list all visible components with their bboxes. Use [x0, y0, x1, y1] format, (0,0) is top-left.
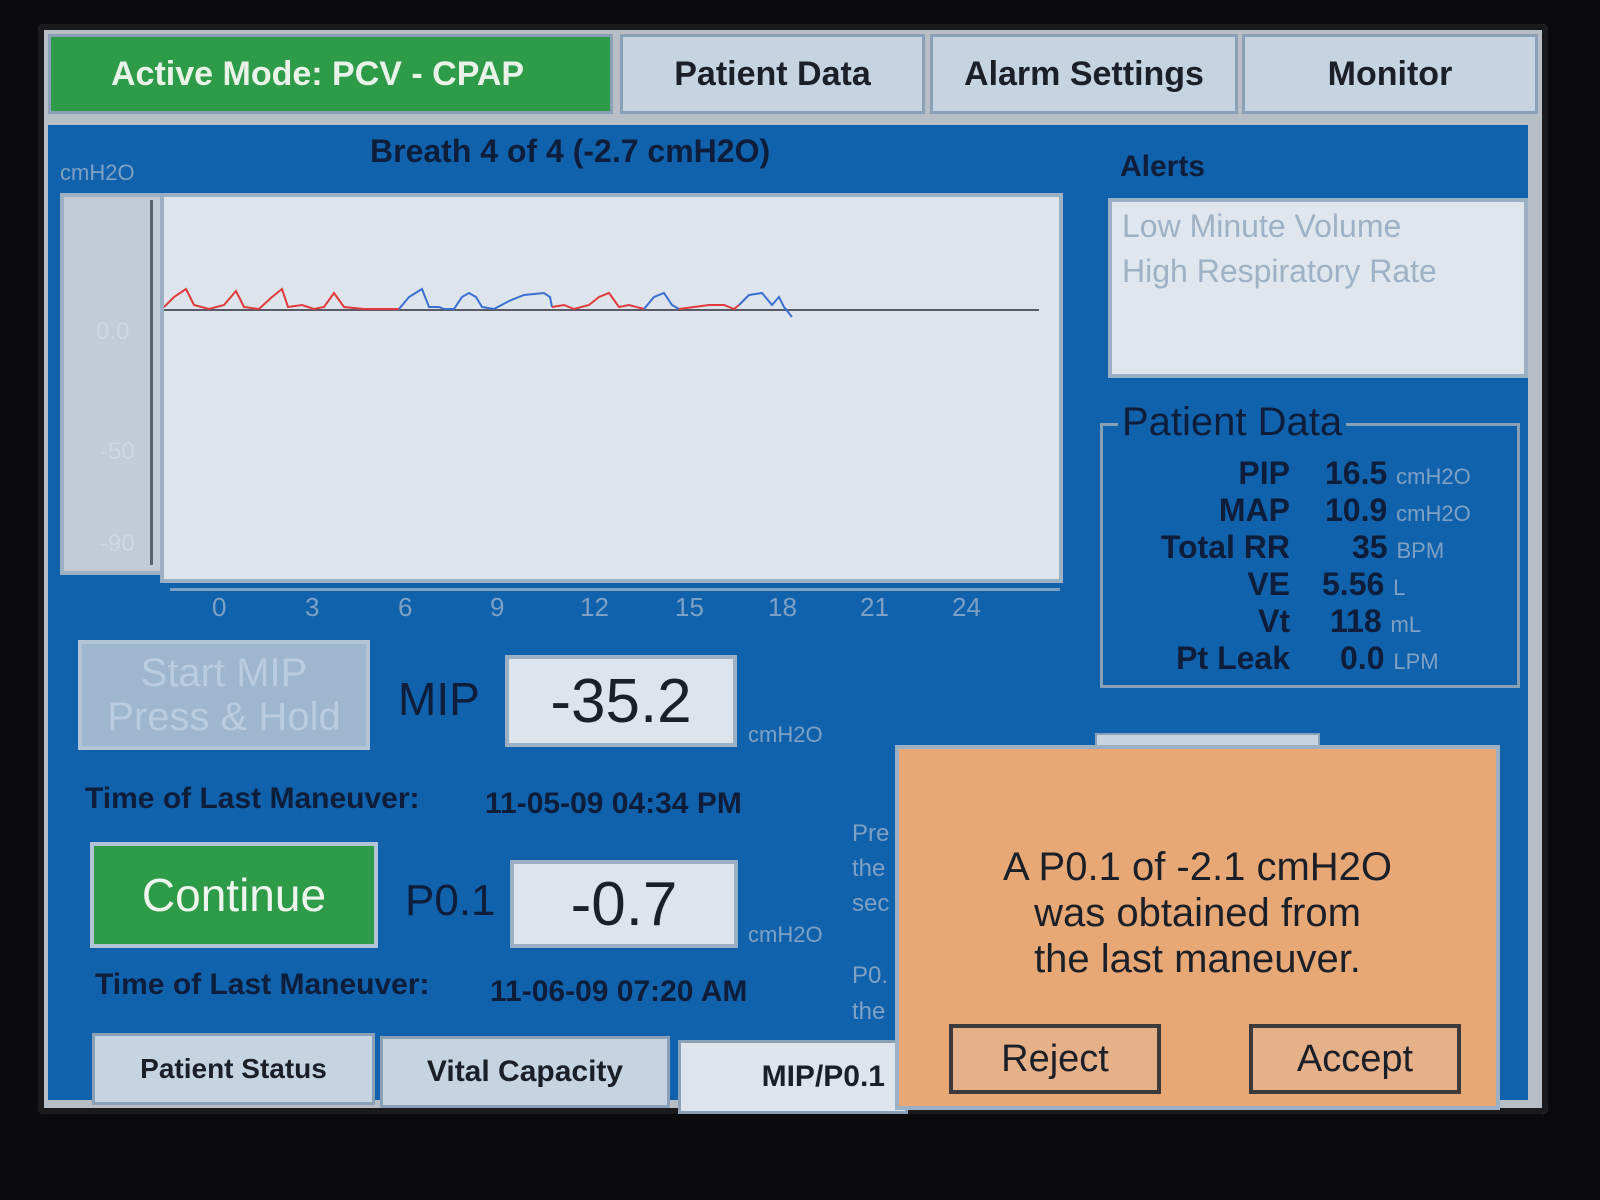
p01-last-maneuver-time: 11-06-09 07:20 AM [490, 975, 748, 1008]
start-mip-button[interactable]: Start MIP Press & Hold [78, 640, 370, 750]
side-text: Pre [852, 820, 890, 847]
alerts-title: Alerts [1120, 150, 1206, 183]
y-axis-strip [60, 193, 170, 575]
x-tick-label: 12 [580, 592, 609, 622]
p01-value: -0.7 [510, 860, 738, 948]
pd-label-vt: Vt [1258, 603, 1290, 639]
mip-last-maneuver-time: 11-05-09 04:34 PM [485, 787, 742, 820]
patient-data-panel-title: Patient Data [1118, 400, 1347, 445]
pd-value-total-rr: 35 BPM [1352, 529, 1445, 565]
p01-last-maneuver-label: Time of Last Maneuver: [95, 968, 430, 1001]
active-mode-label: Active Mode: PCV - CPAP [111, 54, 525, 93]
pd-value-map: 10.9 cmH2O [1325, 492, 1471, 528]
tab-monitor-label: Monitor [1327, 54, 1453, 93]
x-tick-label: 18 [768, 592, 797, 622]
mip-value: -35.2 [505, 655, 737, 747]
tab-patient-status[interactable]: Patient Status [92, 1033, 375, 1105]
side-text: P0. [852, 962, 889, 989]
pd-value-vt: 118 mL [1330, 603, 1422, 639]
waveform-title: Breath 4 of 4 (-2.7 cmH2O) [370, 133, 771, 169]
pd-value-pt-leak: 0.0 LPM [1340, 640, 1439, 676]
waveform-trace-red-3 [678, 304, 740, 311]
patient-data-rows: PIP 16.5 cmH2O MAP 10.9 cmH2O Total RR 3… [1100, 455, 1520, 685]
waveform-svg [163, 287, 1039, 318]
side-text: sec [852, 890, 890, 917]
x-tick-label: 3 [305, 592, 320, 622]
reject-button-label: Reject [1001, 1037, 1109, 1080]
x-tick-label: 9 [490, 592, 505, 622]
mip-label: MIP [398, 673, 480, 725]
x-tick-label: 21 [860, 592, 889, 622]
tab-vital-capacity-label: Vital Capacity [426, 1055, 624, 1088]
waveform-trace-red-2 [551, 291, 645, 311]
mip-unit: cmH2O [748, 722, 823, 747]
pd-label-total-rr: Total RR [1160, 529, 1290, 565]
waveform-trace-red [163, 287, 399, 311]
waveform-plot [160, 193, 1063, 583]
continue-button[interactable]: Continue [90, 842, 378, 948]
p01-unit: cmH2O [748, 922, 823, 947]
waveform-trace-blue [398, 287, 553, 311]
dialog-message: A P0.1 of -2.1 cmH2O was obtained from t… [899, 844, 1496, 982]
tab-mip-p01[interactable]: MIP/P0.1 [678, 1040, 908, 1114]
tab-vital-capacity[interactable]: Vital Capacity [380, 1036, 670, 1108]
mip-last-maneuver-label: Time of Last Maneuver: [85, 782, 420, 815]
pd-value-pip: 16.5 cmH2O [1325, 455, 1471, 491]
pd-label-pip: PIP [1238, 455, 1290, 491]
y-tick-label: 0.0 [96, 318, 130, 345]
alert-item: High Respiratory Rate [1122, 253, 1437, 289]
x-axis-line [170, 588, 1060, 591]
dialog-message-line: was obtained from [1034, 891, 1361, 935]
alerts-list: Low Minute Volume High Respiratory Rate [1108, 198, 1528, 378]
start-mip-button-line2: Press & Hold [107, 695, 341, 739]
active-mode-tab[interactable]: Active Mode: PCV - CPAP [48, 34, 613, 114]
waveform-y-unit: cmH2O [60, 160, 135, 185]
x-tick-label: 0 [212, 592, 227, 622]
tab-alarm-settings-label: Alarm Settings [964, 54, 1204, 93]
x-tick-label: 6 [398, 592, 413, 622]
tab-mip-p01-label: MIP/P0.1 [761, 1060, 885, 1093]
p01-confirm-dialog: A P0.1 of -2.1 cmH2O was obtained from t… [895, 745, 1500, 1110]
waveform-trace-blue-3 [738, 291, 793, 318]
y-axis-line [150, 200, 153, 565]
pd-label-pt-leak: Pt Leak [1176, 640, 1290, 676]
continue-button-label: Continue [141, 869, 327, 921]
x-tick-label: 24 [952, 592, 981, 622]
accept-button-label: Accept [1296, 1037, 1414, 1080]
x-tick-label: 15 [675, 592, 704, 622]
p01-label: P0.1 [405, 876, 496, 925]
dialog-message-line: the last maneuver. [1034, 937, 1361, 981]
pd-value-ve: 5.56 L [1322, 566, 1406, 602]
tab-patient-status-label: Patient Status [140, 1053, 327, 1084]
dialog-message-line: A P0.1 of -2.1 cmH2O [1002, 845, 1393, 889]
y-tick-label: -50 [100, 438, 135, 465]
tab-patient-data-label: Patient Data [674, 54, 871, 93]
pd-label-ve: VE [1247, 566, 1290, 602]
y-tick-label: -90 [100, 530, 135, 557]
tab-monitor[interactable]: Monitor [1242, 34, 1538, 114]
alert-item: Low Minute Volume [1122, 208, 1402, 244]
accept-button[interactable]: Accept [1249, 1024, 1461, 1094]
waveform-trace-blue-2 [643, 291, 680, 310]
side-text: the [852, 855, 886, 882]
pd-label-map: MAP [1218, 492, 1290, 528]
tab-patient-data[interactable]: Patient Data [620, 34, 925, 114]
side-text: the [852, 998, 886, 1025]
reject-button[interactable]: Reject [949, 1024, 1161, 1094]
start-mip-button-line1: Start MIP [140, 651, 308, 695]
tab-alarm-settings[interactable]: Alarm Settings [930, 34, 1238, 114]
